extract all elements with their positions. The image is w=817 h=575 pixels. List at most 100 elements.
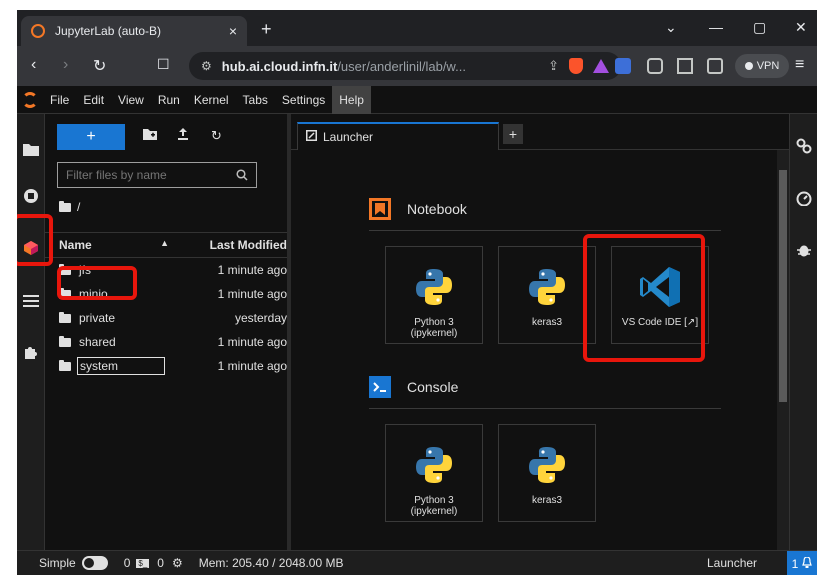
browser-tabstrip: JupyterLab (auto-B) × + ⌄ — ▢ ✕ bbox=[17, 10, 817, 46]
file-modified: 1 minute ago bbox=[217, 359, 287, 373]
kernels-count[interactable]: 0 bbox=[157, 556, 164, 570]
card-label: keras3 bbox=[531, 317, 562, 328]
forward-button[interactable]: › bbox=[63, 56, 68, 74]
resource-gauge-icon[interactable] bbox=[796, 190, 812, 207]
bookmark-icon[interactable]: ☐ bbox=[157, 56, 170, 73]
card-label: keras3 bbox=[531, 495, 562, 506]
browser-menu-icon[interactable]: ≡ bbox=[795, 56, 804, 74]
simple-mode-toggle[interactable] bbox=[81, 556, 108, 570]
launcher-card-python3-console[interactable]: Python 3 (ipykernel) bbox=[385, 424, 483, 522]
launcher-card-keras3-console[interactable]: keras3 bbox=[498, 424, 596, 522]
menu-settings[interactable]: Settings bbox=[275, 86, 332, 114]
file-modified: 1 minute ago bbox=[217, 287, 287, 301]
menu-help[interactable]: Help bbox=[332, 85, 371, 114]
section-divider bbox=[369, 408, 721, 409]
bell-icon bbox=[802, 555, 813, 571]
address-bar[interactable]: ⚙ hub.ai.cloud.infn.it/user/anderlinil/l… bbox=[189, 52, 621, 80]
python-logo-icon bbox=[527, 441, 567, 489]
menu-run[interactable]: Run bbox=[151, 86, 187, 114]
file-browser-icon[interactable] bbox=[23, 142, 39, 158]
folder-icon bbox=[59, 287, 71, 299]
file-row-shared[interactable]: shared 1 minute ago bbox=[45, 330, 287, 354]
launcher-card-python3-notebook[interactable]: Python 3 (ipykernel) bbox=[385, 246, 483, 344]
file-filter-input[interactable] bbox=[57, 162, 257, 188]
browser-tab[interactable]: JupyterLab (auto-B) × bbox=[21, 16, 247, 46]
datalake-icon[interactable] bbox=[23, 240, 39, 256]
launcher-tab-icon bbox=[306, 130, 317, 144]
new-folder-icon[interactable] bbox=[143, 128, 157, 143]
minimize-button[interactable]: — bbox=[709, 19, 723, 35]
card-label: VS Code IDE [↗] bbox=[621, 317, 699, 328]
filter-text-field[interactable] bbox=[66, 168, 236, 182]
site-settings-icon[interactable]: ⚙ bbox=[201, 59, 212, 73]
file-row-system[interactable]: system 1 minute ago bbox=[45, 354, 287, 378]
extensions-puzzle-icon[interactable] bbox=[647, 58, 663, 74]
file-row-minio[interactable]: minio 1 minute ago bbox=[45, 282, 287, 306]
sidebar-toggle-icon[interactable] bbox=[677, 58, 693, 74]
menu-edit[interactable]: Edit bbox=[76, 86, 111, 114]
browser-window: JupyterLab (auto-B) × + ⌄ — ▢ ✕ ‹ › ↻ ☐ … bbox=[17, 10, 817, 575]
scrollbar-thumb[interactable] bbox=[779, 170, 787, 402]
folder-icon bbox=[59, 359, 71, 371]
tab-launcher[interactable]: Launcher bbox=[297, 122, 499, 150]
vpn-button[interactable]: VPN bbox=[735, 54, 789, 78]
kernel-icon: ⚙ bbox=[171, 556, 183, 570]
left-activity-bar bbox=[17, 114, 45, 550]
extension-icon[interactable] bbox=[615, 58, 631, 74]
menu-file[interactable]: File bbox=[43, 86, 76, 114]
breadcrumb[interactable]: / bbox=[59, 200, 80, 214]
upload-icon[interactable] bbox=[177, 128, 189, 143]
add-tab-button[interactable]: + bbox=[503, 124, 523, 144]
tab-close-icon[interactable]: × bbox=[229, 23, 237, 39]
column-name-label: Name bbox=[59, 238, 92, 252]
launcher-card-keras3-notebook[interactable]: keras3 bbox=[498, 246, 596, 344]
launcher-scrollbar[interactable] bbox=[777, 150, 789, 550]
status-bar: Simple 0 $_ 0 ⚙ Mem: 205.40 / 2048.00 MB… bbox=[17, 550, 817, 575]
file-name: private bbox=[79, 311, 116, 325]
back-button[interactable]: ‹ bbox=[31, 56, 36, 74]
debugger-bug-icon[interactable] bbox=[796, 242, 812, 258]
share-icon[interactable]: ⇪ bbox=[548, 58, 559, 74]
notebook-section-header: Notebook bbox=[369, 198, 467, 220]
menu-view[interactable]: View bbox=[111, 86, 151, 114]
file-modified: yesterday bbox=[234, 311, 287, 325]
file-row-jfs[interactable]: jfs 1 minute ago bbox=[45, 258, 287, 282]
brave-shields-icon[interactable] bbox=[569, 58, 583, 74]
column-modified-header[interactable]: Last Modified bbox=[177, 238, 287, 252]
file-name: minio bbox=[79, 287, 108, 301]
url-text[interactable]: hub.ai.cloud.infn.it/user/anderlinil/lab… bbox=[222, 59, 540, 74]
launcher-card-vscode-ide[interactable]: VS Code IDE [↗] bbox=[611, 246, 709, 344]
brave-rewards-icon[interactable] bbox=[593, 59, 609, 73]
reload-button[interactable]: ↻ bbox=[93, 56, 106, 76]
launcher-tab-label: Launcher bbox=[323, 130, 374, 144]
breadcrumb-root[interactable]: / bbox=[77, 200, 80, 214]
python-logo-icon bbox=[414, 263, 454, 311]
tab-search-icon[interactable]: ⌄ bbox=[665, 19, 677, 36]
notifications-button[interactable]: 1 bbox=[787, 551, 817, 575]
main-dock-area: Launcher + Notebook Python 3 (ipykernel)… bbox=[291, 114, 789, 550]
running-sessions-icon[interactable] bbox=[23, 188, 39, 204]
section-divider bbox=[369, 230, 721, 231]
jupyter-logo-icon bbox=[17, 86, 43, 114]
menu-tabs[interactable]: Tabs bbox=[236, 86, 275, 114]
menu-kernel[interactable]: Kernel bbox=[187, 86, 236, 114]
notebook-icon bbox=[369, 198, 391, 220]
python-logo-icon bbox=[527, 263, 567, 311]
rename-input[interactable]: system bbox=[77, 357, 165, 375]
launcher-body: Notebook Python 3 (ipykernel) keras3 VS … bbox=[291, 150, 789, 550]
terminals-count[interactable]: 0 bbox=[124, 556, 131, 570]
file-row-private[interactable]: private yesterday bbox=[45, 306, 287, 330]
close-window-button[interactable]: ✕ bbox=[795, 19, 807, 36]
extensions-icon[interactable] bbox=[23, 344, 39, 360]
file-modified: 1 minute ago bbox=[217, 263, 287, 277]
new-tab-button[interactable]: + bbox=[261, 19, 272, 40]
refresh-icon[interactable]: ↻ bbox=[211, 128, 222, 144]
right-activity-bar bbox=[789, 114, 817, 550]
card-label: Python 3 (ipykernel) bbox=[410, 495, 458, 517]
column-name-header[interactable]: Name ▲ bbox=[45, 238, 177, 252]
property-inspector-icon[interactable] bbox=[796, 138, 812, 154]
new-launcher-button[interactable]: + bbox=[57, 124, 125, 150]
wallet-icon[interactable] bbox=[707, 58, 723, 74]
maximize-button[interactable]: ▢ bbox=[753, 19, 766, 36]
table-of-contents-icon[interactable] bbox=[23, 294, 39, 310]
